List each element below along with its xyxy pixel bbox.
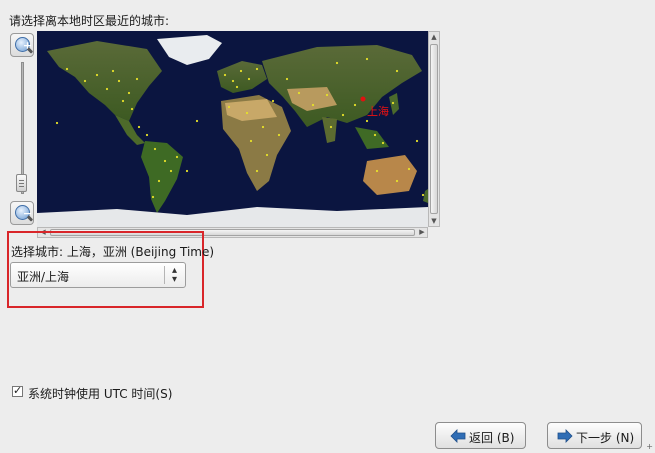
utc-checkbox[interactable]: ✓ [12,384,23,397]
selected-city-label: 上海 [367,105,389,118]
timezone-prompt: 请选择离本地时区最近的城市: [9,14,170,28]
resize-grip-icon[interactable]: + [646,442,653,451]
world-map-graphic [37,31,428,227]
zoom-in-button[interactable]: + [10,33,34,57]
scroll-right-icon[interactable]: ▶ [417,228,427,237]
utc-checkbox-label[interactable]: 系统时钟使用 UTC 时间(S) [28,385,172,402]
timezone-combobox[interactable]: 亚洲/上海 ▴ ▾ [10,262,186,288]
timezone-combobox-value: 亚洲/上海 [17,270,70,284]
selected-city-marker[interactable] [360,96,366,102]
scroll-up-icon[interactable]: ▲ [429,32,439,42]
zoom-out-icon: − [15,205,32,220]
left-arrow-icon [450,429,466,443]
next-button[interactable]: 下一步 (N) [547,422,642,449]
map-vertical-scrollbar[interactable]: ▲ ▼ [428,31,440,227]
zoom-out-button[interactable]: − [10,201,34,225]
scroll-down-icon[interactable]: ▼ [429,216,439,226]
back-button-label: 返回 (B) [469,431,515,445]
checkmark-icon: ✓ [13,384,23,397]
right-arrow-icon [557,429,573,443]
chevron-updown-icon: ▴ ▾ [171,265,178,285]
zoom-slider-handle[interactable] [16,174,27,192]
timezone-window: 请选择离本地时区最近的城市: + − 上海 ▲ ▼ ◀ ▶ 选择城市: 上海，亚… [0,0,655,453]
world-map[interactable]: 上海 [37,31,428,227]
next-button-label: 下一步 (N) [576,431,635,445]
selected-city-text: 选择城市: 上海，亚洲 (Beijing Time) [11,245,215,259]
combobox-separator [164,266,165,284]
zoom-in-icon: + [15,37,32,52]
back-button[interactable]: 返回 (B) [435,422,526,449]
map-vertical-scroll-thumb[interactable] [430,44,438,214]
